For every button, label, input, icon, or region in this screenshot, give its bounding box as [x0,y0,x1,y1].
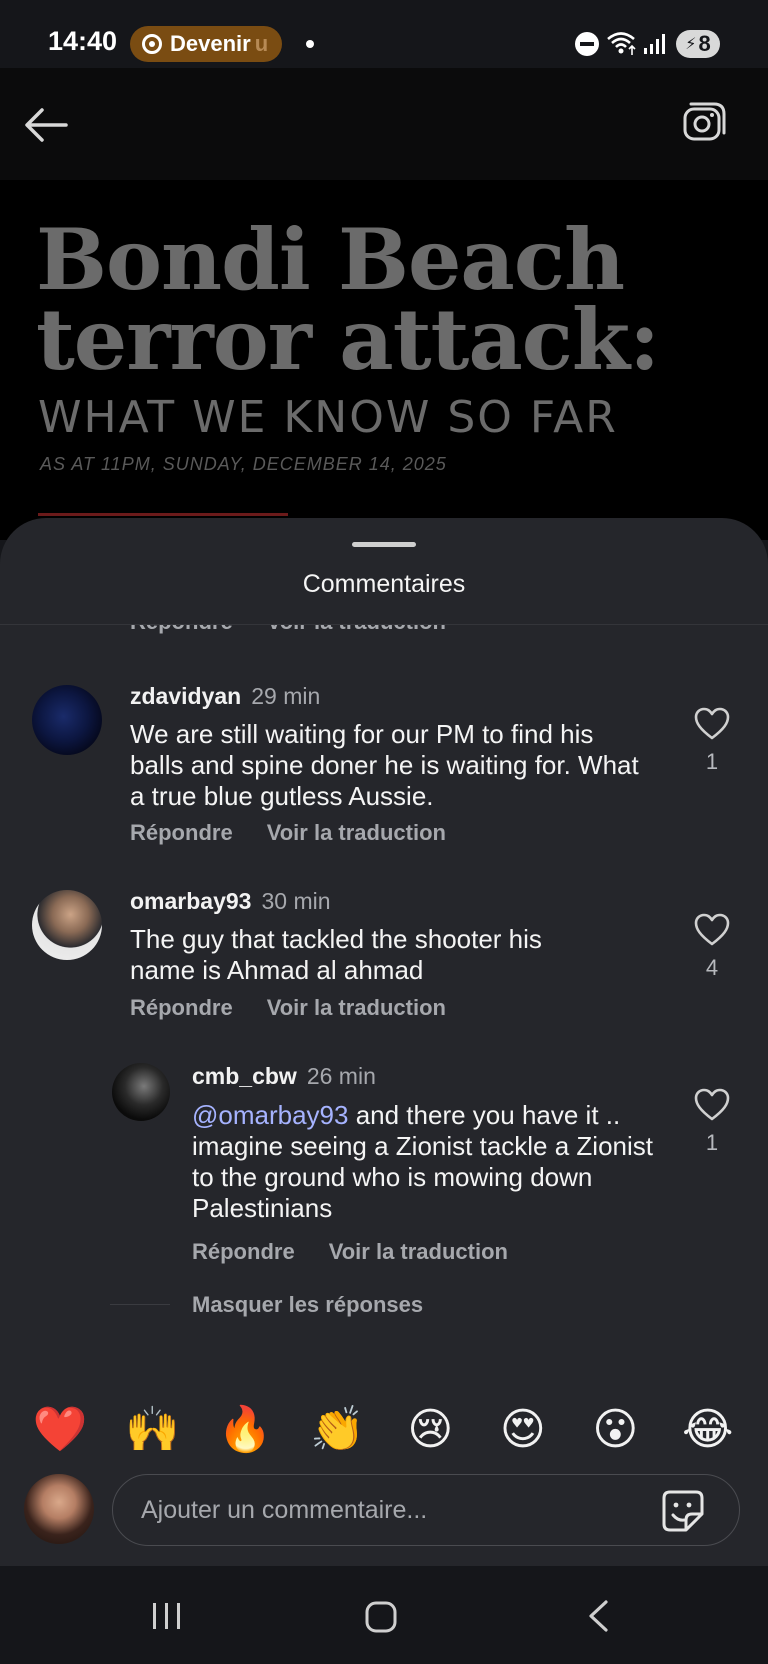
like-button[interactable]: 1 [690,1088,734,1156]
pill-fade: u [254,31,269,56]
app-bar [0,68,768,180]
comment-actions: Répondre Voir la traduction [192,1239,508,1265]
emoji-crying[interactable]: 😢 [400,1408,460,1452]
translate-button[interactable]: Voir la traduction [267,995,446,1021]
like-count: 4 [705,955,719,980]
comment-time: 30 min [261,888,331,914]
comment-actions: Répondre Voir la traduction [130,820,446,846]
comment-author[interactable]: omarbay93 30 min [130,888,331,915]
emoji-surprised[interactable]: 😮 [585,1408,645,1452]
record-icon [142,34,162,54]
my-avatar[interactable] [24,1474,94,1544]
story-date: AS AT 11PM, SUNDAY, DECEMBER 14, 2025 [40,454,447,474]
emoji-reaction-bar: ❤️ 🙌 🔥 👏 😢 😍 😮 😂 [0,1394,768,1466]
devenir-pill[interactable]: Devenir u [130,26,283,62]
drag-handle[interactable] [352,542,416,547]
reply-button[interactable]: Répondre [192,1239,295,1265]
emoji-fire[interactable]: 🔥 [215,1408,275,1452]
comment-time: 26 min [306,1063,376,1089]
comments-sheet: Commentaires Répondre Voir la traduction… [0,518,768,1566]
story-title-line2: terror attack: [36,290,660,389]
charging-icon: ⚡ [685,36,697,53]
sheet-title: Commentaires [302,570,466,598]
reply-button[interactable]: Répondre [130,820,233,846]
like-button[interactable]: 4 [690,913,734,981]
battery-icon: ⚡ 8 [676,30,720,58]
translate-button[interactable]: Voir la traduction [267,820,446,846]
heart-icon [694,913,730,946]
wifi-icon [607,32,636,55]
recents-icon[interactable] [150,1600,184,1632]
sticker-icon[interactable] [660,1488,706,1534]
comment-time: 29 min [251,683,321,709]
hide-replies-button[interactable]: Masquer les réponses [192,1292,423,1318]
reply-button[interactable]: Répondre [130,625,233,635]
comment-composer [0,1468,768,1566]
comment-author[interactable]: zdavidyan 29 min [130,683,320,710]
like-button[interactable]: 1 [690,707,734,775]
back-arrow-icon[interactable] [22,100,72,150]
story-image: Bondi Beach terror attack: WHAT WE KNOW … [0,180,768,540]
mention-link[interactable]: @omarbay93 [192,1100,348,1130]
story-subtitle: WHAT WE KNOW SO FAR [38,392,618,443]
translate-button[interactable]: Voir la traduction [267,625,446,635]
username[interactable]: zdavidyan [130,683,241,709]
heart-icon [694,707,730,740]
translate-button[interactable]: Voir la traduction [329,1239,508,1265]
story-title: Bondi Beach terror attack: [36,210,660,389]
like-count: 1 [705,1130,719,1155]
replies-divider [110,1304,170,1305]
cut-off-actions: Répondre Voir la traduction [130,625,446,635]
home-icon[interactable] [364,1600,398,1634]
story-title-line1: Bondi Beach [36,210,625,309]
avatar[interactable] [32,890,102,960]
comment-text: The guy that tackled the shooter his nam… [130,924,542,985]
comments-list[interactable]: Répondre Voir la traduction zdavidyan 29 … [0,625,768,1415]
notification-dot [306,40,314,48]
status-bar: 14:40 Devenir u ⚡ 8 [0,0,768,68]
story-divider [38,513,288,516]
emoji-raised-hands[interactable]: 🙌 [123,1408,183,1452]
avatar[interactable] [112,1063,170,1121]
back-icon[interactable] [586,1598,610,1634]
heart-icon [694,1088,730,1121]
dnd-icon [575,32,599,56]
camera-icon[interactable] [680,100,728,148]
comment-actions: Répondre Voir la traduction [130,995,446,1021]
username[interactable]: omarbay93 [130,888,251,914]
username[interactable]: cmb_cbw [192,1063,297,1089]
comment-text: @omarbay93 and there you have it .. imag… [192,1100,662,1224]
battery-level: 8 [698,31,711,56]
pill-label: Devenir [170,31,251,56]
avatar[interactable] [32,685,102,755]
status-time: 14:40 [48,26,118,56]
comment-input[interactable] [112,1474,740,1546]
emoji-laughing[interactable]: 😂 [678,1408,738,1452]
reply-button[interactable]: Répondre [130,995,233,1021]
emoji-clap[interactable]: 👏 [308,1408,368,1452]
comment-text: We are still waiting for our PM to find … [130,719,639,811]
like-count: 1 [705,749,719,774]
emoji-heart-eyes[interactable]: 😍 [493,1408,553,1452]
emoji-heart[interactable]: ❤️ [30,1408,90,1452]
comment-author[interactable]: cmb_cbw 26 min [192,1063,376,1090]
signal-icon [644,34,665,54]
